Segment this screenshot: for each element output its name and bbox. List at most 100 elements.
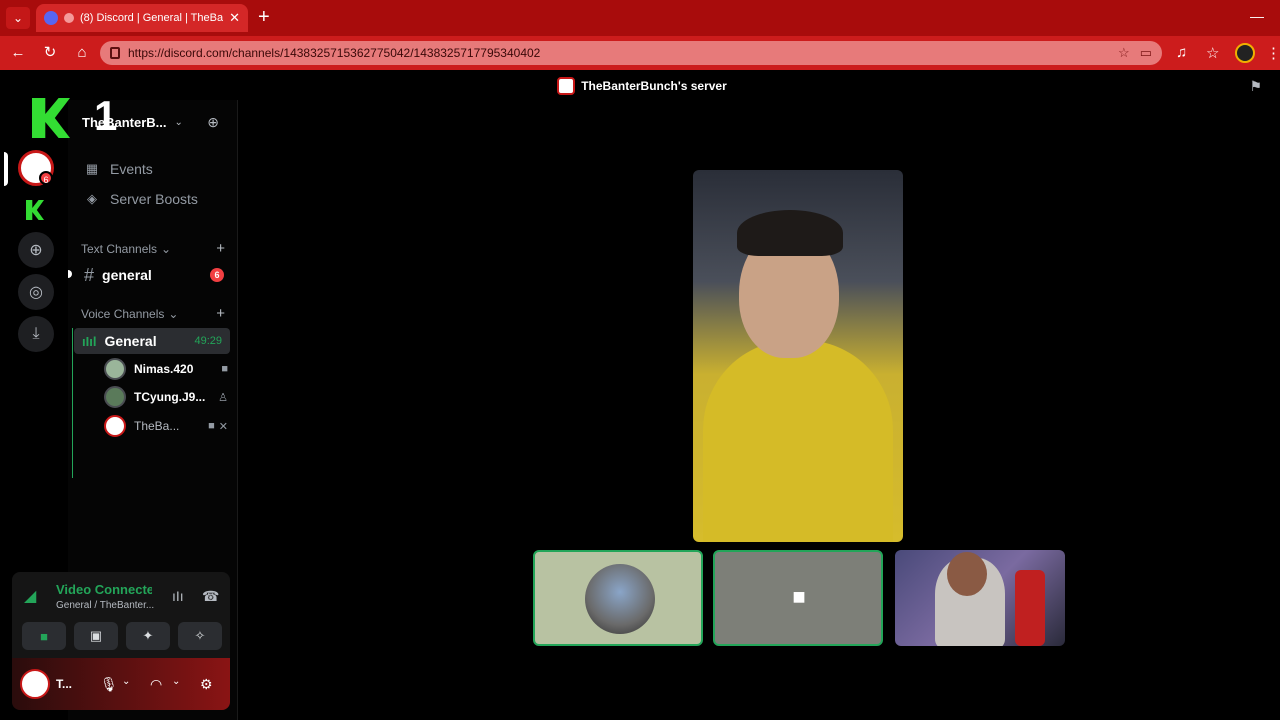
text-channels-label: Text Channels — [81, 242, 158, 256]
channel-general[interactable]: # general 6 — [80, 262, 230, 288]
tab-list-menu-button[interactable]: ⌄ — [6, 7, 30, 29]
server-boosts-label: Server Boosts — [110, 191, 198, 207]
connection-status: Video Connected — [56, 582, 152, 597]
server-mention-badge: 6 — [39, 171, 53, 185]
deafened-icon: ✕ — [218, 420, 228, 433]
browser-tab-bar: ⌄ (8) Discord | General | TheBanterBunch… — [0, 0, 1280, 36]
more-icon[interactable]: ⋮ — [1266, 44, 1280, 62]
video-feed — [947, 552, 987, 596]
video-feed — [737, 210, 843, 256]
main-video-tile[interactable] — [693, 170, 903, 542]
music-extension-icon[interactable]: ♫ — [1176, 44, 1187, 61]
unread-indicator — [68, 270, 72, 278]
avatar — [104, 386, 126, 408]
new-tab-button[interactable]: + — [258, 6, 270, 28]
server-avatar — [557, 77, 576, 95]
signal-icon[interactable]: ◢ — [24, 586, 36, 606]
voice-user-name: Nimas.420 — [134, 362, 194, 376]
server-icon-banterbunch[interactable]: 6 — [18, 150, 54, 186]
screen-share-button[interactable]: ▣ — [74, 622, 118, 650]
participant-tile[interactable] — [533, 550, 703, 646]
gear-icon[interactable]: ⚙ — [200, 676, 213, 693]
participant-tile[interactable]: ■ — [713, 550, 883, 646]
avatar — [104, 358, 126, 380]
flag-icon[interactable]: ⚑ — [1249, 78, 1262, 95]
participant-tile[interactable] — [895, 550, 1065, 646]
lock-icon[interactable] — [110, 47, 120, 59]
camera-icon[interactable]: ▭ — [1140, 45, 1152, 61]
create-text-channel-button[interactable]: + — [216, 240, 225, 257]
favorites-icon[interactable]: ☆ — [1206, 44, 1219, 62]
video-feed — [703, 340, 893, 542]
user-panel: T... 🎙 ⌄ ◠ ⌄ ⚙ — [12, 658, 230, 710]
mic-icon[interactable]: 🎙 — [100, 676, 118, 693]
noise-suppression-icon[interactable]: ıIı — [172, 588, 184, 604]
voice-channel-general[interactable]: ıIıl General 49:29 — [74, 328, 230, 354]
playstation-icon: ♙ — [218, 391, 228, 404]
avatar — [585, 564, 655, 634]
voice-timer: 49:29 — [194, 335, 222, 347]
chevron-down-icon: ⌄ — [174, 116, 183, 128]
voice-user[interactable]: TCyung.J9... ♙ — [104, 385, 228, 409]
camera-toggle-button[interactable]: ■ — [22, 622, 66, 650]
audio-indicator-icon[interactable] — [64, 13, 74, 23]
profile-avatar[interactable] — [1235, 43, 1255, 63]
server-boosts-item[interactable]: ◈ Server Boosts — [80, 186, 230, 212]
add-server-icon[interactable]: ⊕ — [18, 232, 54, 268]
chevron-down-icon: ⌄ — [168, 307, 179, 321]
create-voice-channel-button[interactable]: + — [216, 305, 225, 322]
chevron-down-icon[interactable]: ⌄ — [172, 676, 180, 687]
chevron-down-icon: ⌄ — [161, 242, 172, 256]
star-icon[interactable]: ☆ — [1118, 45, 1130, 61]
tab-close-button[interactable]: ✕ — [229, 10, 240, 26]
voice-user-name: TheBa... — [134, 419, 180, 433]
discord-tab-icon — [44, 11, 58, 25]
soundboard-button[interactable]: ✧ — [178, 622, 222, 650]
browser-tab-discord[interactable]: (8) Discord | General | TheBanterBunch's… — [36, 4, 248, 32]
back-icon[interactable]: ← — [8, 43, 28, 63]
server-name-title: TheBanterBunch's server — [581, 79, 727, 93]
overlay-digit: 1 — [94, 92, 118, 139]
voice-channel-label: General — [104, 333, 157, 349]
activities-button[interactable]: ✦ — [126, 622, 170, 650]
voice-user[interactable]: TheBa... ■ ✕ — [104, 414, 228, 438]
events-icon: ▦ — [85, 161, 99, 176]
events-item[interactable]: ▦ Events — [80, 156, 230, 182]
channel-general-label: general — [102, 267, 152, 283]
connection-location[interactable]: General / TheBanter... — [56, 600, 154, 611]
avatar[interactable] — [20, 669, 50, 699]
video-icon: ■ — [792, 584, 806, 609]
boost-icon: ◈ — [87, 191, 97, 206]
voice-wave-icon: ıIıl — [82, 333, 97, 349]
download-icon[interactable]: ⤓ — [18, 316, 54, 352]
events-label: Events — [110, 161, 153, 177]
voice-channels-label: Voice Channels — [81, 307, 165, 321]
url-text: https://discord.com/channels/14383257153… — [128, 46, 541, 60]
voice-user[interactable]: Nimas.420 ■ — [104, 357, 228, 381]
browser-address-bar: ← ↻ ⌂ https://discord.com/channels/14383… — [0, 36, 1280, 70]
voice-user-name: TCyung.J9... — [134, 390, 206, 404]
avatar — [104, 415, 126, 437]
invite-people-icon[interactable]: ⊕ — [207, 114, 219, 131]
minimize-button[interactable]: — — [1250, 8, 1264, 24]
text-channels-category[interactable]: Text Channels ⌄ — [81, 242, 171, 256]
video-stage: ■ — [238, 100, 1280, 720]
video-icon: ■ — [221, 363, 228, 375]
channel-mention-badge: 6 — [210, 268, 224, 282]
hash-icon: # — [84, 264, 95, 285]
disconnect-icon[interactable]: ☎ — [202, 588, 219, 605]
title-bar: TheBanterBunch's server ⚑ — [4, 72, 1280, 100]
video-feed — [1015, 570, 1045, 646]
video-icon: ■ — [208, 419, 215, 432]
voice-connection-panel: ◢ Video Connected General / TheBanter...… — [12, 572, 230, 658]
chevron-down-icon[interactable]: ⌄ — [122, 676, 130, 687]
voice-channels-category[interactable]: Voice Channels ⌄ — [81, 307, 178, 321]
url-field[interactable]: https://discord.com/channels/14383257153… — [100, 41, 1162, 65]
reload-icon[interactable]: ↻ — [40, 43, 60, 63]
user-name[interactable]: T... — [56, 677, 96, 691]
home-icon[interactable]: ⌂ — [72, 43, 92, 63]
selected-server-indicator — [4, 152, 8, 186]
explore-icon[interactable]: ◎ — [18, 274, 54, 310]
headphones-icon[interactable]: ◠ — [150, 676, 162, 693]
voice-connection-line — [72, 328, 73, 478]
